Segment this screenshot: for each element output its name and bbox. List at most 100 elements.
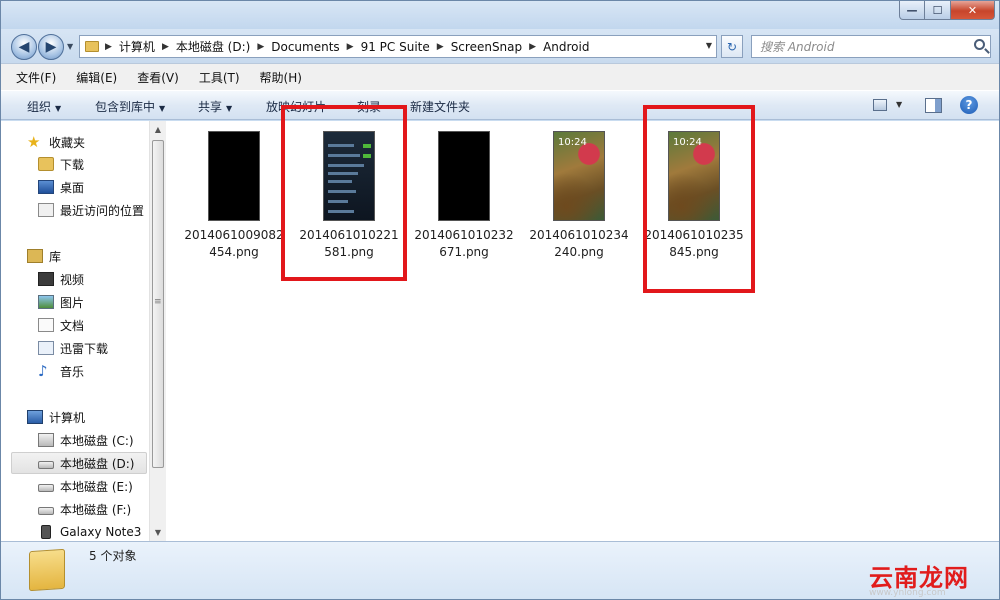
folder-icon: [29, 548, 65, 592]
folder-icon: [85, 41, 99, 52]
preview-pane-icon[interactable]: [925, 98, 942, 113]
scroll-down-icon[interactable]: ▼: [150, 524, 166, 541]
refresh-button[interactable]: ↻: [721, 35, 743, 58]
nav-videos-label: 视频: [60, 272, 85, 287]
file-item[interactable]: 2014061010232 671.png: [410, 131, 518, 261]
new-folder-button[interactable]: 新建文件夹: [410, 98, 470, 115]
chevron-down-icon: ▼: [159, 104, 166, 113]
chevron-right-icon[interactable]: ▶: [105, 42, 112, 52]
nav-drive-f[interactable]: 本地磁盘 (F:): [38, 498, 131, 520]
details-pane: 5 个对象: [1, 541, 999, 599]
window-controls: — ☐ ✕: [899, 1, 995, 20]
nav-desktop[interactable]: 桌面: [38, 176, 84, 198]
drive-icon: [38, 484, 54, 492]
nav-music[interactable]: ♪ 音乐: [38, 360, 84, 382]
menu-edit[interactable]: 编辑(E): [73, 66, 120, 89]
file-name-line1: 2014061009082: [184, 228, 284, 242]
title-bar[interactable]: — ☐ ✕: [1, 1, 999, 29]
file-name-line2: 671.png: [439, 245, 489, 259]
nav-recent[interactable]: 最近访问的位置: [38, 199, 144, 221]
breadcrumb-drive-d[interactable]: 本地磁盘 (D:): [176, 38, 250, 55]
nav-favorites[interactable]: ★ 收藏夹: [27, 131, 85, 153]
nav-drive-d-label: 本地磁盘 (D:): [60, 456, 135, 471]
nav-libraries[interactable]: 库: [27, 245, 61, 267]
address-history-dropdown[interactable]: ▼: [706, 41, 712, 50]
nav-phone[interactable]: Galaxy Note3: [38, 521, 141, 543]
file-name: 2014061010234 240.png: [525, 227, 633, 261]
search-icon[interactable]: [974, 39, 985, 50]
nav-desktop-label: 桌面: [60, 180, 85, 195]
thunder-download-icon: [38, 341, 54, 355]
menu-view[interactable]: 查看(V): [134, 66, 182, 89]
library-icon: [27, 249, 43, 263]
drive-icon: [38, 461, 54, 469]
chevron-right-icon[interactable]: ▶: [257, 42, 264, 52]
nav-computer[interactable]: 计算机: [27, 406, 85, 428]
file-item[interactable]: 10:24 2014061010234 240.png: [525, 131, 633, 261]
menu-file[interactable]: 文件(F): [13, 66, 59, 89]
highlight-box: [281, 105, 407, 281]
maximize-button[interactable]: ☐: [925, 1, 951, 20]
drive-icon: [38, 507, 54, 515]
nav-documents-label: 文档: [60, 318, 85, 333]
forward-button[interactable]: ▶: [38, 34, 64, 60]
file-name-line2: 240.png: [554, 245, 604, 259]
menu-tools[interactable]: 工具(T): [196, 66, 243, 89]
minimize-button[interactable]: —: [899, 1, 925, 20]
nav-drive-d[interactable]: 本地磁盘 (D:): [11, 452, 147, 474]
nav-documents[interactable]: 文档: [38, 314, 84, 336]
scrollbar-thumb[interactable]: [152, 140, 164, 468]
navigation-pane: ★ 收藏夹 下载 桌面 最近访问的位置 库 视频 图片 文档 迅雷下载 ♪ 音乐 计…: [1, 121, 165, 541]
highlight-box: [643, 105, 755, 293]
nav-drive-e[interactable]: 本地磁盘 (E:): [38, 475, 133, 497]
nav-videos[interactable]: 视频: [38, 268, 84, 290]
nav-favorites-label: 收藏夹: [49, 135, 86, 150]
search-input[interactable]: [752, 36, 962, 57]
arrow-right-icon: ▶: [45, 39, 57, 55]
nav-drive-f-label: 本地磁盘 (F:): [60, 502, 132, 517]
breadcrumb-91pcsuite[interactable]: 91 PC Suite: [361, 40, 430, 54]
organize-button[interactable]: 组织 ▼: [27, 98, 61, 115]
include-library-button[interactable]: 包含到库中 ▼: [95, 98, 165, 115]
chevron-right-icon[interactable]: ▶: [437, 42, 444, 52]
address-bar[interactable]: ▶ 计算机 ▶ 本地磁盘 (D:) ▶ Documents ▶ 91 PC Su…: [79, 35, 717, 58]
menu-help[interactable]: 帮助(H): [257, 66, 305, 89]
breadcrumb-screensnap[interactable]: ScreenSnap: [451, 40, 522, 54]
breadcrumb-computer[interactable]: 计算机: [119, 38, 155, 55]
help-icon[interactable]: ?: [960, 96, 978, 114]
nav-downloads[interactable]: 下载: [38, 153, 84, 175]
chevron-right-icon[interactable]: ▶: [347, 42, 354, 52]
file-thumbnail: 10:24: [553, 131, 605, 221]
chevron-right-icon[interactable]: ▶: [162, 42, 169, 52]
file-name: 2014061009082 454.png: [180, 227, 288, 261]
nav-scrollbar[interactable]: ▲ ▼: [149, 121, 166, 541]
nav-pictures[interactable]: 图片: [38, 291, 84, 313]
recent-pages-dropdown[interactable]: ▼: [67, 42, 73, 51]
organize-label: 组织: [27, 100, 52, 114]
nav-thunder-label: 迅雷下载: [60, 341, 109, 356]
nav-drive-c-label: 本地磁盘 (C:): [60, 433, 134, 448]
view-options-dropdown[interactable]: ▼: [896, 100, 902, 109]
system-drive-icon: [38, 433, 54, 447]
address-row: ◀ ▶ ▼ ▶ 计算机 ▶ 本地磁盘 (D:) ▶ Documents ▶ 91…: [1, 29, 999, 63]
breadcrumb-documents[interactable]: Documents: [271, 40, 339, 54]
nav-pictures-label: 图片: [60, 295, 85, 310]
chevron-down-icon: ▼: [226, 104, 233, 113]
change-view-icon[interactable]: [873, 99, 887, 111]
nav-drive-c[interactable]: 本地磁盘 (C:): [38, 429, 134, 451]
chevron-right-icon[interactable]: ▶: [529, 42, 536, 52]
thumb-clock: 10:24: [558, 137, 587, 148]
arrow-left-icon: ◀: [18, 39, 30, 55]
picture-icon: [38, 295, 54, 309]
scroll-up-icon[interactable]: ▲: [150, 121, 166, 138]
close-button[interactable]: ✕: [951, 1, 995, 20]
chevron-down-icon: ▼: [55, 104, 62, 113]
back-button[interactable]: ◀: [11, 34, 37, 60]
file-item[interactable]: 2014061009082 454.png: [180, 131, 288, 261]
file-name-line1: 2014061010234: [529, 228, 629, 242]
nav-thunder[interactable]: 迅雷下载: [38, 337, 108, 359]
file-thumbnail: [208, 131, 260, 221]
breadcrumb-android[interactable]: Android: [543, 40, 589, 54]
file-name-line2: 454.png: [209, 245, 259, 259]
share-button[interactable]: 共享 ▼: [198, 98, 232, 115]
